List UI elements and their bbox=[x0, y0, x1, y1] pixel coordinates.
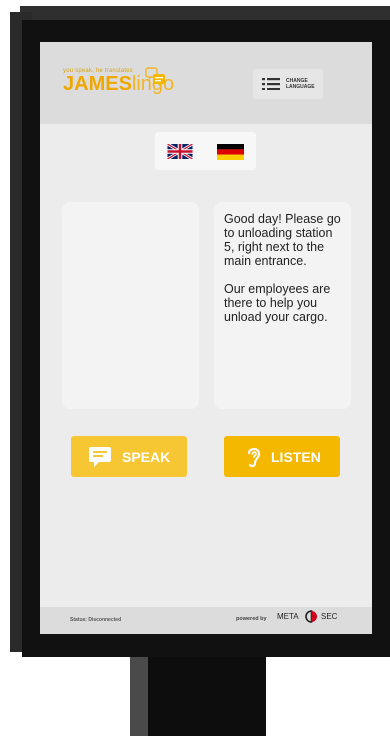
logo-bold: JAMES bbox=[63, 73, 132, 95]
kiosk-stand bbox=[130, 657, 266, 736]
metasec-logo-icon bbox=[305, 610, 317, 623]
source-text bbox=[62, 202, 199, 222]
source-text-panel bbox=[62, 202, 199, 409]
menu-list-icon bbox=[262, 78, 280, 90]
speak-button[interactable]: SPEAK bbox=[71, 436, 187, 477]
powered-by-label: powered by bbox=[236, 616, 267, 622]
german-flag[interactable] bbox=[217, 144, 244, 160]
status-footer: Status: Disconnected powered by META SEC bbox=[40, 607, 372, 634]
listen-button[interactable]: LISTEN bbox=[224, 436, 340, 477]
translation-text-panel: Good day! Please go to unloading station… bbox=[214, 202, 351, 409]
listen-label: LISTEN bbox=[271, 449, 321, 465]
kiosk-stand-shade bbox=[130, 657, 148, 736]
speak-label: SPEAK bbox=[122, 449, 171, 465]
ear-icon bbox=[247, 447, 261, 468]
metasec-brand-left: META bbox=[277, 612, 299, 621]
speech-bubble-icon bbox=[89, 447, 111, 467]
change-language-label: CHANGE LANGUAGE bbox=[286, 78, 315, 90]
speech-bubbles-icon bbox=[145, 67, 165, 87]
translation-text: Good day! Please go to unloading station… bbox=[224, 212, 341, 324]
app-header: you speak, he translates JAMESlingo CHAN… bbox=[40, 42, 372, 124]
uk-flag[interactable] bbox=[167, 144, 193, 159]
language-flags bbox=[155, 132, 256, 170]
connection-status: Status: Disconnected bbox=[70, 617, 122, 623]
jameslingo-logo: you speak, he translates JAMESlingo bbox=[63, 67, 174, 95]
change-language-button[interactable]: CHANGE LANGUAGE bbox=[253, 69, 323, 99]
metasec-brand-right: SEC bbox=[321, 612, 338, 621]
kiosk-screen: you speak, he translates JAMESlingo CHAN… bbox=[40, 42, 372, 634]
